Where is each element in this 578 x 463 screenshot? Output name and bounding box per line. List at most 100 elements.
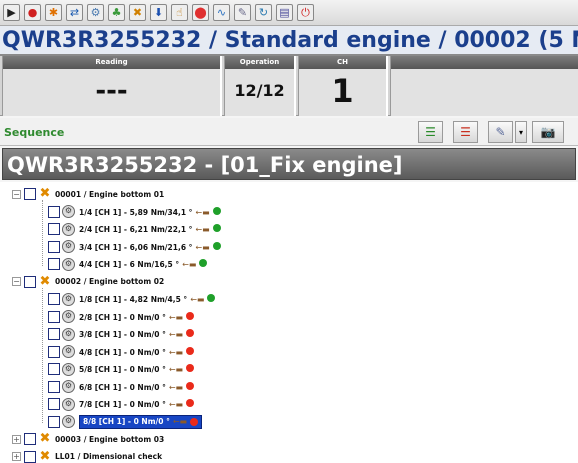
ch-value: 1 <box>331 72 354 110</box>
tree-item[interactable]: ⚙ 6/8 [CH 1] - 0 Nm/0 ° ←▬ <box>48 379 195 395</box>
sequence-label: Sequence <box>4 126 65 139</box>
item-content[interactable]: 4/4 [CH 1] - 6 Nm/16,5 ° ←▬ <box>79 259 208 269</box>
list-view-green-button[interactable]: ☰ <box>418 121 443 143</box>
item-content[interactable]: 3/4 [CH 1] - 6,06 Nm/21,6 ° ←▬ <box>79 241 221 252</box>
item-checkbox[interactable] <box>48 380 60 393</box>
item-checkbox[interactable] <box>48 328 60 340</box>
item-label: 1/4 [CH 1] - 5,89 Nm/34,1 ° <box>79 207 193 217</box>
pair-icon[interactable]: ⇄ <box>66 4 83 21</box>
tree-item[interactable]: ⚙ 5/8 [CH 1] - 0 Nm/0 ° ←▬ <box>48 361 195 377</box>
item-content[interactable]: 1/8 [CH 1] - 4,82 Nm/4,5 ° ←▬ <box>79 294 216 304</box>
refresh-icon[interactable]: ↻ <box>255 4 272 21</box>
group-tool-icon: ✖ <box>39 186 51 201</box>
tree-item[interactable]: ⚙ 2/4 [CH 1] - 6,21 Nm/22,1 ° ←▬ <box>48 221 221 237</box>
item-checkbox[interactable] <box>48 223 60 235</box>
spindle-icon: ⚙ <box>62 397 75 411</box>
tree-item[interactable]: ⚙ 7/8 [CH 1] - 0 Nm/0 ° ←▬ <box>48 396 195 412</box>
sequence-title: QWR3R3255232 - [01_Fix engine] <box>2 148 576 180</box>
group-checkbox[interactable] <box>24 450 36 463</box>
item-label: 2/8 [CH 1] - 0 Nm/0 ° <box>79 312 166 322</box>
item-label: 4/8 [CH 1] - 0 Nm/0 ° <box>79 347 166 357</box>
item-checkbox[interactable] <box>48 345 60 358</box>
reading-box: Reading --- <box>2 56 222 116</box>
operation-box: Operation 12/12 <box>224 56 296 116</box>
hand-icon[interactable]: ☝ <box>171 4 188 21</box>
status-dot-icon <box>207 294 216 302</box>
item-checkbox[interactable] <box>48 293 60 305</box>
stop-record-icon[interactable]: ● <box>24 4 41 21</box>
item-content[interactable]: 5/8 [CH 1] - 0 Nm/0 ° ←▬ <box>79 364 195 374</box>
spindle-icon: ⚙ <box>62 380 75 393</box>
item-content[interactable]: 1/4 [CH 1] - 5,89 Nm/34,1 ° ←▬ <box>79 206 221 217</box>
tools-dropdown-button[interactable]: ▾ <box>515 121 527 143</box>
item-checkbox[interactable] <box>48 363 60 375</box>
screw-icon[interactable]: ⚙ <box>87 4 104 21</box>
camera-button[interactable]: 📷 <box>532 121 564 143</box>
group-label: 00001 / Engine bottom 01 <box>55 189 165 199</box>
group-checkbox[interactable] <box>24 188 36 200</box>
spindle-icon: ⚙ <box>62 205 75 218</box>
spindle-icon: ⚙ <box>62 345 75 358</box>
empty-box <box>390 56 578 116</box>
tree-item[interactable]: ⚙ 3/4 [CH 1] - 6,06 Nm/21,6 ° ←▬ <box>48 239 221 255</box>
download-icon[interactable]: ⬇ <box>150 4 167 21</box>
tree-item[interactable]: ⚙ 4/4 [CH 1] - 6 Nm/16,5 ° ←▬ <box>48 256 208 272</box>
tools-button[interactable]: ✎ <box>488 121 513 143</box>
item-label: 2/4 [CH 1] - 6,21 Nm/22,1 ° <box>79 225 193 234</box>
spindle-icon: ⚙ <box>62 362 75 376</box>
item-checkbox[interactable] <box>48 258 60 270</box>
tree-item[interactable]: ⚙ 1/8 [CH 1] - 4,82 Nm/4,5 ° ←▬ <box>48 291 216 307</box>
item-checkbox[interactable] <box>48 398 60 410</box>
tree-group[interactable]: − ✖ 00002 / Engine bottom 02 <box>12 274 164 290</box>
status-dot-icon <box>186 381 195 390</box>
connect-icon[interactable]: ♣ <box>108 4 125 21</box>
wrench-icon[interactable]: ✎ <box>234 4 251 21</box>
traffic-light-icon[interactable]: ⬤ <box>192 4 209 21</box>
group-checkbox[interactable] <box>24 433 36 445</box>
status-dot-icon <box>212 241 221 250</box>
tree-item[interactable]: ⚙ 1/4 [CH 1] - 5,89 Nm/34,1 ° ←▬ <box>48 204 221 220</box>
status-dot-icon <box>186 329 195 337</box>
tree-item[interactable]: ⚙ 8/8 [CH 1] - 0 Nm/0 ° ←▬ <box>48 414 203 430</box>
status-dot-icon <box>186 364 195 372</box>
item-content[interactable]: 7/8 [CH 1] - 0 Nm/0 ° ←▬ <box>79 399 195 409</box>
item-checkbox[interactable] <box>48 205 60 218</box>
item-content[interactable]: 8/8 [CH 1] - 0 Nm/0 ° ←▬ <box>79 414 203 429</box>
operation-label: Operation <box>225 56 294 69</box>
database-icon[interactable]: ▤ <box>276 4 293 21</box>
group-checkbox[interactable] <box>24 275 36 288</box>
app-window: ▶ ● ✱ ⇄ ⚙ ♣ ✖ ⬇ ☝ ⬤ ∿ ✎ ↻ ▤ ⏻ QWR3R3255232 / Standard … <box>0 0 578 463</box>
components-icon[interactable]: ✱ <box>45 4 62 21</box>
group-tool-icon: ✖ <box>39 273 51 289</box>
bolt-icon: ←▬ <box>168 347 184 357</box>
tree-group[interactable]: − ✖ 00001 / Engine bottom 01 <box>12 186 164 202</box>
item-content[interactable]: 6/8 [CH 1] - 0 Nm/0 ° ←▬ <box>79 381 195 392</box>
tree-group[interactable]: + ✖ 00003 / Engine bottom 03 <box>12 431 164 447</box>
group-tool-icon: ✖ <box>39 431 51 446</box>
expand-toggle[interactable]: + <box>12 452 21 461</box>
tree-item[interactable]: ⚙ 2/8 [CH 1] - 0 Nm/0 ° ←▬ <box>48 309 195 325</box>
tools-icon[interactable]: ✖ <box>129 4 146 21</box>
expand-toggle[interactable]: − <box>12 277 21 286</box>
expand-toggle[interactable]: + <box>12 434 21 444</box>
expand-toggle[interactable]: − <box>12 189 21 199</box>
tree-item[interactable]: ⚙ 3/8 [CH 1] - 0 Nm/0 ° ←▬ <box>48 326 195 342</box>
item-checkbox[interactable] <box>48 310 60 323</box>
play-icon[interactable]: ▶ <box>3 4 20 21</box>
curve-icon[interactable]: ∿ <box>213 4 230 21</box>
item-content[interactable]: 2/4 [CH 1] - 6,21 Nm/22,1 ° ←▬ <box>79 224 221 234</box>
group-label: 00003 / Engine bottom 03 <box>55 434 165 444</box>
item-content[interactable]: 2/8 [CH 1] - 0 Nm/0 ° ←▬ <box>79 311 195 322</box>
spindle-icon: ⚙ <box>62 310 75 323</box>
bolt-icon: ←▬ <box>195 242 210 252</box>
tree-group[interactable]: + ✖ LL01 / Dimensional check <box>12 449 162 463</box>
list-view-red-button[interactable]: ☰ <box>453 121 478 143</box>
tree-item[interactable]: ⚙ 4/8 [CH 1] - 0 Nm/0 ° ←▬ <box>48 344 195 360</box>
item-content[interactable]: 3/8 [CH 1] - 0 Nm/0 ° ←▬ <box>79 329 195 339</box>
power-icon[interactable]: ⏻ <box>297 4 314 21</box>
item-checkbox[interactable] <box>48 240 60 253</box>
item-label: 6/8 [CH 1] - 0 Nm/0 ° <box>79 382 166 392</box>
item-checkbox[interactable] <box>48 415 60 428</box>
item-content[interactable]: 4/8 [CH 1] - 0 Nm/0 ° ←▬ <box>79 346 195 357</box>
status-panel: Reading --- Operation 12/12 CH 1 <box>0 56 578 116</box>
